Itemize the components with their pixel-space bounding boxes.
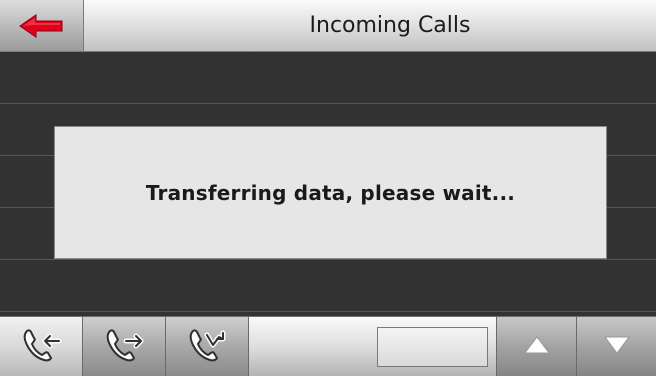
progress-dialog: Transferring data, please wait... [54, 126, 607, 259]
header-bar: Incoming Calls [0, 0, 656, 52]
scroll-down-button[interactable] [576, 317, 656, 376]
list-item[interactable] [0, 52, 656, 104]
dialog-message: Transferring data, please wait... [145, 180, 516, 205]
page-indicator [377, 327, 488, 367]
page-title: Incoming Calls [309, 13, 471, 38]
triangle-down-icon [603, 335, 631, 359]
phone-incoming-icon [19, 325, 63, 369]
tab-incoming-calls[interactable] [0, 317, 83, 376]
phone-missed-icon [185, 325, 229, 369]
tab-missed-calls[interactable] [166, 317, 249, 376]
triangle-up-icon [523, 335, 551, 359]
back-button[interactable] [0, 0, 84, 51]
tab-outgoing-calls[interactable] [83, 317, 166, 376]
bottom-toolbar [0, 316, 656, 376]
back-arrow-icon [18, 13, 66, 39]
incoming-calls-screen: Incoming Calls Transferring data, please… [0, 0, 656, 376]
scroll-up-button[interactable] [496, 317, 576, 376]
phone-outgoing-icon [102, 325, 146, 369]
list-item[interactable] [0, 260, 656, 312]
